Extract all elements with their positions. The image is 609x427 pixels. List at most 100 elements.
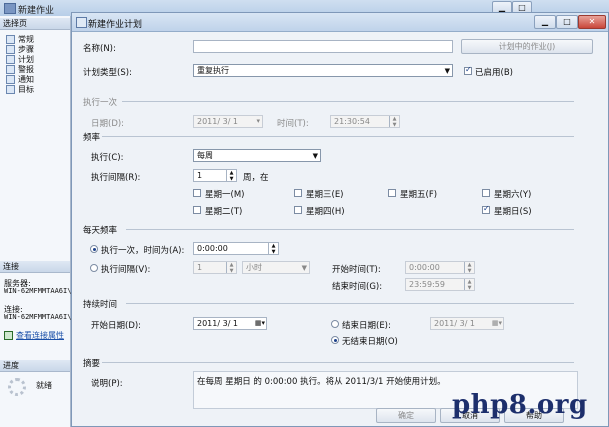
recurs-every-label: 执行间隔(R): [91, 173, 141, 183]
saturday-checkbox[interactable] [482, 189, 490, 197]
ok-button[interactable]: 确定 [376, 408, 436, 423]
schedule-type-select[interactable]: 重复执行 ▼ [193, 64, 453, 77]
end-date-label: 结束日期(E): [342, 321, 391, 331]
thursday-checkbox[interactable] [294, 206, 302, 214]
occurs-every-radio[interactable] [90, 264, 98, 272]
progress-header: 进度 [0, 360, 70, 372]
one-time-date-input[interactable]: 2011/ 3/ 1 ▾ [193, 115, 263, 128]
occurs-once-time-input[interactable]: 0:00:00 ▲ ▼ [193, 242, 279, 255]
dialog-close-button[interactable]: ✕ [578, 15, 606, 29]
name-input[interactable] [193, 40, 453, 53]
no-end-date-radio[interactable] [331, 336, 339, 344]
enabled-label: 已启用(B) [475, 68, 513, 78]
occurs-once-label: 执行一次，时间为(A): [101, 246, 185, 256]
dialog-titlebar: 新建作业计划 ▁ □ ✕ [72, 13, 608, 32]
watermark-logo: php8.org [452, 390, 588, 420]
left-panel: 选择页 常规 步骤 计划 警报 通知 目标 连接 服务器: WIN-62MFMM… [0, 16, 71, 427]
wednesday-checkbox[interactable] [294, 189, 302, 197]
select-page-header: 选择页 [0, 18, 70, 30]
dialog-title: 新建作业计划 [88, 20, 143, 30]
description-text: 在每周 星期日 的 0:00:00 执行。将从 2011/3/1 开始使用计划。 [197, 377, 446, 387]
page-icon [6, 85, 15, 94]
frequency-header: 频率 [83, 133, 101, 143]
no-end-date-label: 无结束日期(O) [342, 337, 398, 347]
properties-icon [4, 331, 13, 340]
divider [126, 229, 574, 230]
dialog-maximize-button[interactable]: □ [556, 15, 578, 29]
monday-checkbox[interactable] [193, 189, 201, 197]
thursday-label: 星期四(H) [306, 207, 345, 217]
start-time-input[interactable]: 0:00:00 ▲ ▼ [405, 261, 475, 274]
friday-label: 星期五(F) [400, 190, 438, 200]
enabled-checkbox[interactable] [464, 65, 472, 75]
end-time-input[interactable]: 23:59:59 ▲ ▼ [405, 278, 475, 291]
wednesday-label: 星期三(E) [306, 190, 344, 200]
app-icon [4, 3, 16, 14]
divider [102, 362, 574, 363]
occurs-label: 执行(C): [91, 153, 124, 163]
friday-checkbox[interactable] [388, 189, 396, 197]
one-time-date-label: 日期(D): [91, 119, 125, 129]
progress-status: 就绪 [36, 381, 52, 390]
spin-arrows-icon: ▲ ▼ [464, 262, 474, 273]
one-time-time-input[interactable]: 21:30:54 ▲ ▼ [330, 115, 400, 128]
end-date-input[interactable]: 2011/ 3/ 1 ▦▾ [430, 317, 504, 330]
divider [102, 136, 574, 137]
schedule-type-label: 计划类型(S): [83, 68, 132, 78]
sunday-checkbox[interactable] [482, 204, 490, 214]
one-time-header: 执行一次 [83, 98, 118, 108]
divider [126, 303, 574, 304]
start-date-label: 开始日期(D): [91, 321, 142, 331]
nav-item-targets[interactable]: 目标 [6, 84, 34, 95]
page-icon [6, 55, 15, 64]
daily-frequency-header: 每天频率 [83, 226, 118, 236]
monday-label: 星期一(M) [205, 190, 245, 200]
page-icon [6, 35, 15, 44]
one-time-time-label: 时间(T): [277, 119, 309, 129]
view-connection-properties-link[interactable]: 查看连接属性 [4, 330, 64, 341]
connection-value: WIN-62MFMMTAA6I\ [4, 313, 72, 321]
page-icon [6, 65, 15, 74]
divider [122, 101, 574, 102]
spin-arrows-icon: ▲ ▼ [226, 170, 236, 181]
occurs-once-radio[interactable] [90, 245, 98, 253]
name-label: 名称(N): [83, 44, 116, 54]
occurs-every-input[interactable]: 1 ▲ ▼ [193, 261, 237, 274]
tuesday-label: 星期二(T) [205, 207, 243, 217]
jobs-in-schedule-button[interactable]: 计划中的作业(J) [461, 39, 593, 54]
occurs-select[interactable]: 每周 ▼ [193, 149, 321, 162]
back-window-title: 新建作业 [18, 6, 55, 16]
description-label: 说明(P): [91, 379, 123, 389]
dialog-minimize-button[interactable]: ▁ [534, 15, 556, 29]
recurs-every-input[interactable]: 1 ▲ ▼ [193, 169, 237, 182]
schedule-dialog: 新建作业计划 ▁ □ ✕ 名称(N): 计划中的作业(J) 计划类型(S): 重… [71, 12, 609, 427]
end-date-radio[interactable] [331, 320, 339, 328]
tuesday-checkbox[interactable] [193, 206, 201, 214]
connection-header: 连接 [0, 261, 70, 273]
occurs-every-label: 执行间隔(V): [101, 265, 151, 275]
calendar-dropdown-icon: ▾ [256, 117, 260, 125]
page-icon [6, 75, 15, 84]
spin-arrows-icon: ▲ ▼ [268, 243, 278, 254]
spin-arrows-icon: ▲ ▼ [226, 262, 236, 273]
page-icon [6, 45, 15, 54]
calendar-dropdown-icon: ▦▾ [254, 319, 265, 327]
server-value: WIN-62MFMMTAA6I\ [4, 287, 72, 295]
start-time-label: 开始时间(T): [332, 265, 381, 275]
saturday-label: 星期六(Y) [494, 190, 532, 200]
dropdown-arrow-icon: ▼ [444, 67, 450, 75]
dropdown-arrow-icon: ▼ [312, 152, 318, 160]
end-time-label: 结束时间(G): [332, 282, 383, 292]
spin-arrows-icon: ▲ ▼ [464, 279, 474, 290]
spin-arrows-icon: ▲ ▼ [389, 116, 399, 127]
dropdown-arrow-icon: ▼ [301, 264, 307, 272]
spinner-icon [8, 378, 26, 396]
recurs-suffix: 周，在 [243, 173, 269, 183]
start-date-input[interactable]: 2011/ 3/ 1 ▦▾ [193, 317, 267, 330]
calendar-dropdown-icon: ▦▾ [491, 319, 502, 327]
duration-header: 持续时间 [83, 300, 118, 310]
sunday-label: 星期日(S) [494, 207, 532, 217]
dialog-icon [76, 17, 87, 28]
occurs-every-unit-select[interactable]: 小时 ▼ [242, 261, 310, 274]
summary-header: 摘要 [83, 359, 101, 369]
